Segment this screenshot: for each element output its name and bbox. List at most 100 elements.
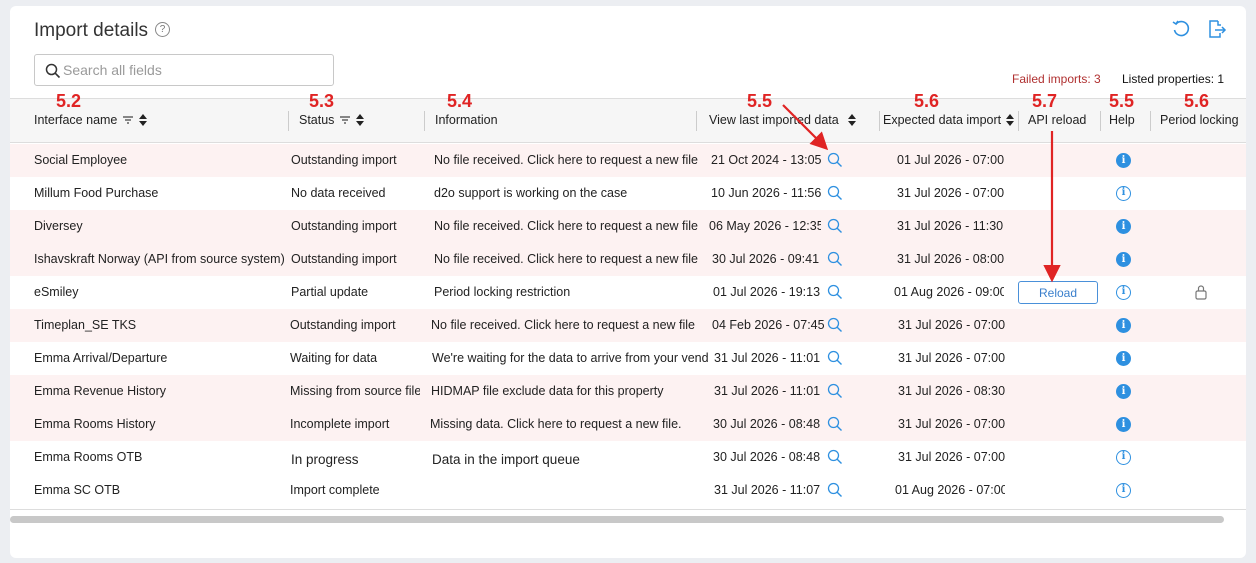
interface-name-cell: Millum Food Purchase (34, 186, 159, 200)
sort-icon[interactable] (139, 114, 148, 126)
expected-import-cell: 31 Jul 2026 - 07:00 (897, 186, 1005, 200)
info-icon[interactable]: i (1116, 186, 1131, 201)
sort-icon[interactable] (847, 114, 856, 126)
view-data-search-icon[interactable] (827, 185, 843, 201)
status-cell: No data received (291, 186, 386, 200)
refresh-icon[interactable] (1170, 18, 1192, 40)
info-icon[interactable]: i (1116, 417, 1131, 432)
expected-import-cell: 31 Jul 2026 - 07:00 (898, 351, 1006, 365)
last-imported-cell: 21 Oct 2024 - 13:05 (711, 153, 822, 167)
interface-name-cell: Social Employee (34, 153, 128, 167)
last-imported-cell: 30 Jul 2026 - 08:48 (713, 417, 821, 431)
view-data-search-icon[interactable] (827, 251, 843, 267)
status-cell: In progress (291, 452, 359, 467)
sort-icon[interactable] (1006, 114, 1015, 126)
info-icon[interactable]: i (1116, 252, 1131, 267)
status-cell: Outstanding import (291, 219, 397, 233)
filter-icon[interactable] (339, 115, 351, 125)
col-view-last-imported[interactable]: View last imported data (709, 113, 856, 127)
last-imported-cell: 30 Jul 2026 - 08:48 (713, 450, 821, 464)
table-header: Interface name Status Information View l… (10, 98, 1246, 143)
col-api-reload: API reload (1028, 113, 1087, 127)
failed-imports-count[interactable]: Failed imports: 3 (1012, 72, 1101, 86)
col-status[interactable]: Status (299, 113, 365, 127)
question-icon[interactable]: ? (155, 22, 170, 37)
interface-name-cell: Emma Rooms History (34, 417, 156, 431)
info-icon[interactable]: i (1116, 384, 1131, 399)
information-cell[interactable]: No file received. Click here to request … (434, 153, 710, 167)
information-cell[interactable]: d2o support is working on the case (434, 186, 710, 200)
information-cell[interactable]: Missing data. Click here to request a ne… (430, 417, 706, 431)
table-row[interactable]: Emma Rooms History Incomplete import Missi… (10, 408, 1246, 441)
table-row[interactable]: Diversey Outstanding import No file receiv… (10, 210, 1246, 243)
sort-icon[interactable] (356, 114, 365, 126)
status-cell: Incomplete import (290, 417, 390, 431)
information-cell[interactable]: No file received. Click here to request … (431, 318, 707, 332)
info-icon[interactable]: i (1116, 219, 1131, 234)
col-interface-name[interactable]: Interface name (34, 113, 148, 127)
horizontal-scrollbar[interactable] (10, 516, 1224, 523)
table-row[interactable]: Timeplan_SE TKS Outstanding import No file… (10, 309, 1246, 342)
table-row[interactable]: Emma Revenue History Missing from source … (10, 375, 1246, 408)
last-imported-cell: 01 Jul 2026 - 19:13 (713, 285, 821, 299)
status-cell: Missing from source file (290, 384, 420, 398)
last-imported-cell: 06 May 2026 - 12:35 (709, 219, 821, 233)
annotation-label: 5.5 (1109, 91, 1135, 111)
annotation-label: 5.6 (914, 91, 940, 111)
table-row[interactable]: Emma SC OTB Import complete 31 Jul 2026 - … (10, 474, 1246, 507)
info-icon[interactable]: i (1116, 450, 1131, 465)
lock-icon (1195, 285, 1207, 300)
last-imported-cell: 10 Jun 2026 - 11:56 (711, 186, 822, 200)
table-row[interactable]: Social Employee Outstanding import No file… (10, 144, 1246, 177)
info-icon[interactable]: i (1116, 153, 1131, 168)
table-row[interactable]: Emma Rooms OTB In progress Data in the imp… (10, 441, 1246, 474)
view-data-search-icon[interactable] (827, 350, 843, 366)
search-field[interactable] (34, 54, 334, 86)
search-input[interactable] (63, 55, 327, 85)
info-icon[interactable]: i (1116, 351, 1131, 366)
col-expected-import[interactable]: Expected data import (883, 113, 1015, 127)
annotation-label: 5.2 (56, 91, 82, 111)
view-data-search-icon[interactable] (827, 152, 843, 168)
status-cell: Outstanding import (291, 153, 397, 167)
information-cell[interactable]: HIDMAP file exclude data for this proper… (431, 384, 707, 398)
annotation-label: 5.7 (1032, 91, 1058, 111)
info-icon[interactable]: i (1116, 483, 1131, 498)
status-cell: Partial update (291, 285, 369, 299)
last-imported-cell: 31 Jul 2026 - 11:07 (714, 483, 821, 497)
view-data-search-icon[interactable] (827, 482, 843, 498)
annotation-label: 5.4 (447, 91, 473, 111)
interface-name-cell: Timeplan_SE TKS (34, 318, 137, 332)
annotation-label: 5.5 (747, 91, 773, 111)
view-data-search-icon[interactable] (827, 284, 843, 300)
table-row[interactable]: Ishavskraft Norway (API from source syst… (10, 243, 1246, 276)
interface-name-cell: eSmiley (34, 285, 79, 299)
expected-import-cell: 01 Aug 2026 - 07:00 (895, 483, 1005, 497)
view-data-search-icon[interactable] (827, 449, 843, 465)
view-data-search-icon[interactable] (827, 317, 843, 333)
table-row[interactable]: Emma Arrival/Departure Waiting for data We… (10, 342, 1246, 375)
info-icon[interactable]: i (1116, 285, 1131, 300)
expected-import-cell: 31 Jul 2026 - 08:00 (897, 252, 1005, 266)
information-cell[interactable]: Data in the import queue (432, 452, 708, 467)
status-cell: Import complete (290, 483, 380, 497)
reload-button[interactable]: Reload (1018, 281, 1098, 304)
filter-icon[interactable] (122, 115, 134, 125)
expected-import-cell: 31 Jul 2026 - 07:00 (898, 318, 1006, 332)
info-icon[interactable]: i (1116, 318, 1131, 333)
last-imported-cell: 31 Jul 2026 - 11:01 (714, 351, 821, 365)
table-row[interactable]: eSmiley Partial update Period locking rest… (10, 276, 1246, 309)
information-cell[interactable]: No file received. Click here to request … (434, 252, 710, 266)
table-row[interactable]: Millum Food Purchase No data received d2o … (10, 177, 1246, 210)
expected-import-cell: 01 Aug 2026 - 09:00 (894, 285, 1004, 299)
information-cell[interactable]: Period locking restriction (434, 285, 710, 299)
last-imported-cell: 30 Jul 2026 - 09:41 (712, 252, 820, 266)
view-data-search-icon[interactable] (827, 218, 843, 234)
last-imported-cell: 31 Jul 2026 - 11:01 (714, 384, 821, 398)
information-cell[interactable]: We're waiting for the data to arrive fro… (432, 351, 708, 365)
information-cell[interactable]: No file received. Click here to request … (434, 219, 710, 233)
export-icon[interactable] (1205, 18, 1227, 40)
view-data-search-icon[interactable] (827, 383, 843, 399)
view-data-search-icon[interactable] (827, 416, 843, 432)
interface-name-cell: Emma Arrival/Departure (34, 351, 168, 365)
